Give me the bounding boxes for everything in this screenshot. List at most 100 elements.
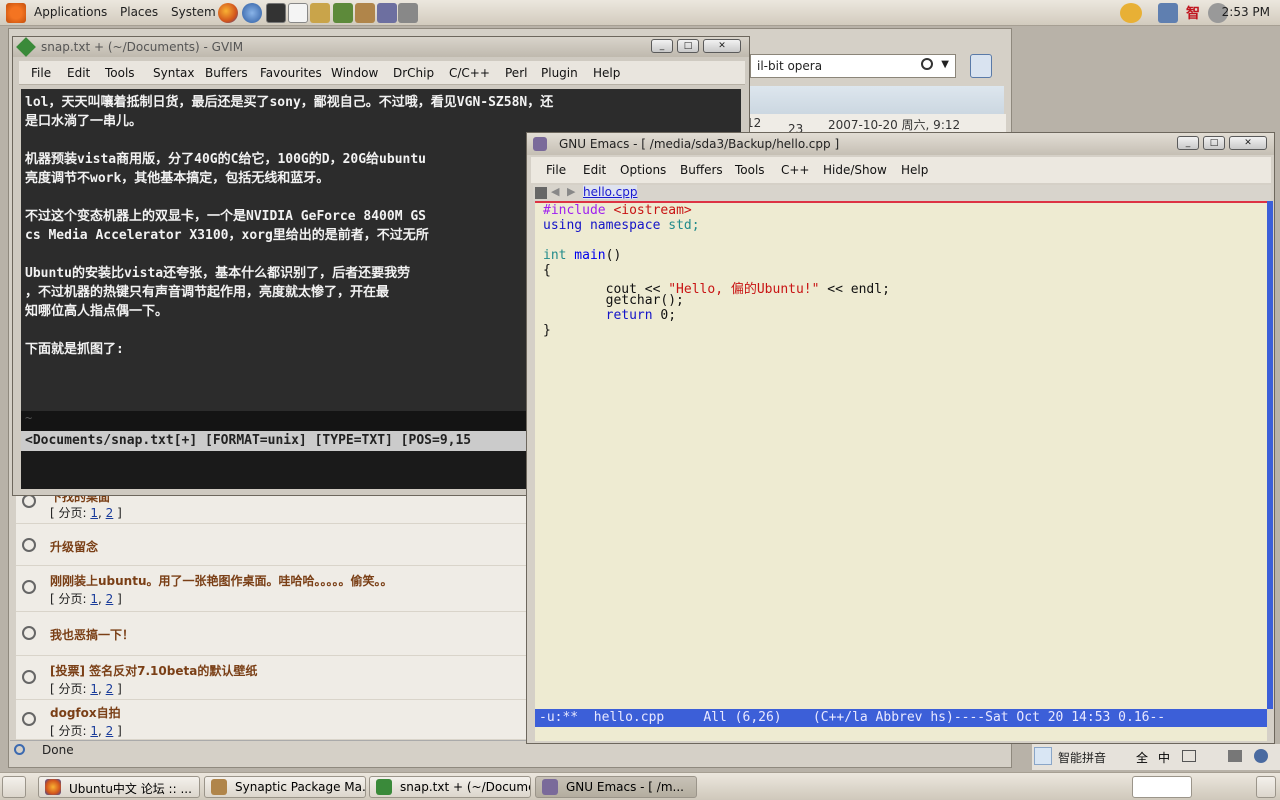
- menu-buffers[interactable]: Buffers: [205, 66, 248, 80]
- list-item[interactable]: 我也恶搞一下！: [16, 612, 536, 656]
- list-item[interactable]: 升级留念: [16, 524, 536, 566]
- minimize-button[interactable]: _: [1177, 136, 1199, 150]
- emacs-window[interactable]: GNU Emacs - [ /media/sda3/Backup/hello.c…: [526, 132, 1275, 744]
- menu-tools[interactable]: Tools: [735, 163, 765, 177]
- taskbar-item-synaptic[interactable]: Synaptic Package Ma...: [204, 776, 366, 798]
- emacs-tabbar: ◀ ▶ hello.cpp: [533, 185, 1271, 201]
- scroll-right-icon[interactable]: ▶: [567, 185, 575, 198]
- gvim-menubar: File Edit Tools Syntax Buffers Favourite…: [19, 61, 745, 85]
- top-panel: Applications Places System 智 2:53 PM: [0, 0, 1280, 26]
- minimize-button[interactable]: _: [651, 39, 673, 53]
- home-folder-icon[interactable]: [310, 3, 330, 23]
- topic-title[interactable]: 刚刚装上ubuntu。用了一张艳图作桌面。哇哈哈。。。。。偷笑。。: [50, 572, 393, 589]
- thunderbird-icon[interactable]: [242, 3, 262, 23]
- topic-title[interactable]: [投票] 签名反对7.10beta的默认壁纸: [50, 662, 257, 679]
- menu-edit[interactable]: Edit: [583, 163, 606, 177]
- taskbar-item-emacs[interactable]: GNU Emacs - [ /m...: [535, 776, 697, 798]
- menu-tools[interactable]: Tools: [105, 66, 135, 80]
- help-icon[interactable]: [1254, 749, 1268, 763]
- page-link[interactable]: 1: [90, 682, 98, 696]
- package-icon[interactable]: [355, 3, 375, 23]
- ime-mode-label[interactable]: 智能拼音: [1058, 749, 1106, 766]
- menu-perl[interactable]: Perl: [505, 66, 527, 80]
- applications-menu[interactable]: Applications: [34, 5, 107, 19]
- bottom-panel: Ubuntu中文 论坛 :: ... Synaptic Package Ma..…: [0, 772, 1280, 800]
- menu-hideshow[interactable]: Hide/Show: [823, 163, 887, 177]
- system-menu[interactable]: System: [171, 5, 216, 19]
- page-link[interactable]: 2: [106, 506, 114, 520]
- page-link[interactable]: 1: [90, 724, 98, 738]
- bookmark-icon[interactable]: [970, 54, 992, 78]
- books-icon[interactable]: [333, 3, 353, 23]
- workspace-switcher[interactable]: [1132, 776, 1192, 798]
- menu-plugin[interactable]: Plugin: [541, 66, 578, 80]
- taskbar-item-gvim[interactable]: snap.txt + (~/Docume...: [369, 776, 531, 798]
- menu-help[interactable]: Help: [593, 66, 620, 80]
- text-line: cs Media Accelerator X3100，xorg里给出的是前者，不…: [25, 228, 429, 243]
- clock[interactable]: 2:53 PM: [1222, 5, 1270, 19]
- save-icon[interactable]: [398, 3, 418, 23]
- emacs-titlebar[interactable]: GNU Emacs - [ /media/sda3/Backup/hello.c…: [527, 133, 1274, 155]
- synaptic-icon: [211, 779, 227, 795]
- emacs-code-buffer[interactable]: #include <iostream> using namespace std;…: [535, 201, 1267, 709]
- taskbar-item-firefox[interactable]: Ubuntu中文 论坛 :: ...: [38, 776, 200, 798]
- menu-options[interactable]: Options: [620, 163, 666, 177]
- network-icon[interactable]: [377, 3, 397, 23]
- topic-icon: [22, 626, 36, 640]
- list-item[interactable]: 刚刚装上ubuntu。用了一张艳图作桌面。哇哈哈。。。。。偷笑。。 [ 分页: …: [16, 566, 536, 612]
- ubuntu-logo-icon[interactable]: [6, 3, 26, 23]
- page-link[interactable]: 2: [106, 724, 114, 738]
- close-button[interactable]: ✕: [1229, 136, 1267, 150]
- menu-window[interactable]: Window: [331, 66, 378, 80]
- tab-list-icon[interactable]: [535, 187, 547, 199]
- menu-cpp[interactable]: C++: [781, 163, 810, 177]
- ime-fullwidth-toggle[interactable]: 全: [1136, 749, 1148, 766]
- menu-help[interactable]: Help: [901, 163, 928, 177]
- show-desktop-button[interactable]: [2, 776, 26, 798]
- tab-hello-cpp[interactable]: hello.cpp: [583, 185, 638, 199]
- page-link[interactable]: 2: [106, 682, 114, 696]
- taskbar-label: Ubuntu中文 论坛 :: ...: [69, 782, 192, 796]
- firefox-icon[interactable]: [218, 3, 238, 23]
- places-menu[interactable]: Places: [120, 5, 158, 19]
- emacs-scrollbar[interactable]: [1267, 201, 1273, 709]
- ime-indicator-icon[interactable]: 智: [1186, 3, 1200, 23]
- tilde-marker: ~: [25, 411, 33, 425]
- menu-syntax[interactable]: Syntax: [153, 66, 194, 80]
- menu-file[interactable]: File: [31, 66, 51, 80]
- menu-drchip[interactable]: DrChip: [393, 66, 434, 80]
- maximize-button[interactable]: □: [677, 39, 699, 53]
- menu-edit[interactable]: Edit: [67, 66, 90, 80]
- maximize-button[interactable]: □: [1203, 136, 1225, 150]
- topic-title[interactable]: 我也恶搞一下！: [50, 626, 134, 643]
- menu-cpp[interactable]: C/C++: [449, 66, 490, 80]
- menu-buffers[interactable]: Buffers: [680, 163, 723, 177]
- firefox-search-bar[interactable]: il-bit opera ▼: [750, 54, 956, 78]
- page-link[interactable]: 1: [90, 592, 98, 606]
- chevron-down-icon[interactable]: ▼: [941, 59, 949, 70]
- network-monitor-icon[interactable]: [1158, 3, 1178, 23]
- text-line: Ubuntu的安装比vista还夸张，基本什么都识别了，后者还要我劳: [25, 266, 411, 281]
- ime-chinese-toggle[interactable]: 中: [1158, 749, 1170, 766]
- gvim-titlebar[interactable]: snap.txt + (~/Documents) - GVIM _ □ ✕: [13, 37, 749, 57]
- topic-title[interactable]: dogfox自拍: [50, 704, 121, 721]
- terminal-icon[interactable]: [266, 3, 286, 23]
- scroll-left-icon[interactable]: ◀: [551, 185, 559, 198]
- topic-title[interactable]: 升级留念: [50, 538, 98, 555]
- page-link[interactable]: 2: [106, 592, 114, 606]
- search-icon[interactable]: [921, 58, 933, 70]
- page-link[interactable]: 1: [90, 506, 98, 520]
- list-item[interactable]: dogfox自拍 [ 分页: 1, 2 ]: [16, 700, 536, 740]
- emacs-minibuffer[interactable]: [535, 727, 1267, 741]
- keyboard-icon[interactable]: [1182, 750, 1196, 762]
- text-editor-icon[interactable]: [288, 3, 308, 23]
- menu-file[interactable]: File: [546, 163, 566, 177]
- menu-favourites[interactable]: Favourites: [260, 66, 322, 80]
- code-line: return 0;: [543, 308, 677, 323]
- trash-icon[interactable]: [1256, 776, 1276, 798]
- settings-icon[interactable]: [1228, 750, 1242, 762]
- topic-pages: [ 分页: 1, 2 ]: [50, 592, 122, 606]
- list-item[interactable]: [投票] 签名反对7.10beta的默认壁纸 [ 分页: 1, 2 ]: [16, 656, 536, 700]
- keyring-icon[interactable]: [1120, 3, 1142, 23]
- close-button[interactable]: ✕: [703, 39, 741, 53]
